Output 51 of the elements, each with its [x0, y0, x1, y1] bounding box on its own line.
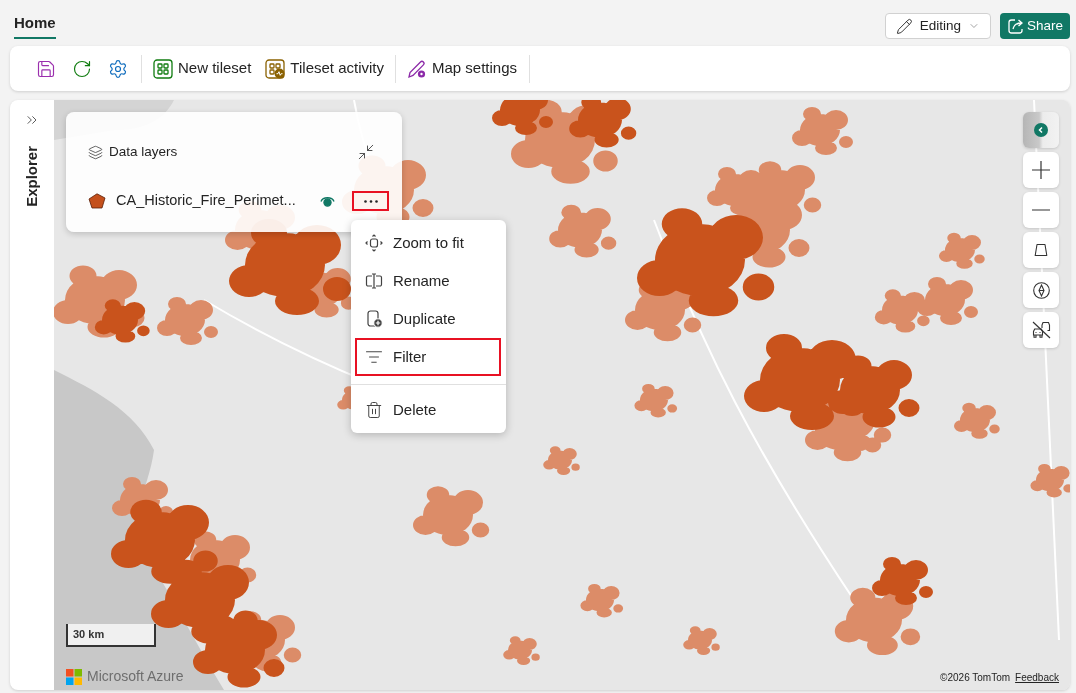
menu-item[interactable]: Zoom to fit — [355, 224, 501, 262]
minus-icon — [1032, 209, 1050, 211]
more-icon — [363, 199, 378, 203]
plus-icon — [1032, 161, 1050, 179]
scale-bar: 30 km — [66, 624, 156, 647]
eye-icon — [319, 195, 335, 207]
trapezoid-icon — [1034, 243, 1048, 257]
share-button[interactable]: Share — [999, 13, 1070, 39]
filter-icon — [365, 348, 383, 366]
logo-text: Microsoft Azure — [87, 667, 184, 686]
collapse-icon — [357, 143, 375, 161]
editing-dropdown[interactable]: Editing — [884, 13, 991, 39]
explorer-label[interactable]: Explorer — [20, 146, 44, 207]
compass-icon — [1032, 281, 1050, 299]
zoom-fit-icon — [365, 234, 383, 252]
menu-item[interactable]: Duplicate — [355, 300, 501, 338]
layers-icon — [88, 144, 103, 160]
menu-item[interactable]: Rename — [355, 262, 501, 300]
toolbar-button[interactable]: Tileset activity — [259, 52, 390, 85]
tab[interactable]: Home — [14, 12, 56, 39]
windows-logo-icon — [66, 668, 82, 685]
toolbar-button[interactable]: New tileset — [147, 52, 258, 85]
chevron-left-icon — [1034, 123, 1048, 137]
menu-item[interactable]: Filter — [355, 338, 501, 376]
map-style-button[interactable] — [1023, 112, 1059, 148]
rename-icon — [365, 272, 383, 290]
layer-name[interactable]: CA_Historic_Fire_Perimet... — [116, 190, 311, 212]
more-button[interactable] — [352, 191, 389, 211]
save-icon — [36, 58, 56, 79]
pencil-gear-icon — [407, 58, 427, 79]
share-icon — [1006, 17, 1025, 35]
feedback-link[interactable]: Feedback — [1015, 670, 1059, 685]
duplicate-icon — [365, 310, 383, 328]
panel-title: Data layers — [109, 142, 178, 161]
grid-icon — [153, 58, 173, 79]
menu-item[interactable]: Delete — [355, 391, 501, 429]
editing-label: Editing — [919, 16, 962, 35]
pencil-icon — [895, 17, 913, 35]
toolbar-button[interactable]: Map settings — [401, 52, 524, 85]
refresh-icon — [72, 58, 92, 79]
grid-activity-icon — [265, 58, 286, 79]
compass-button[interactable] — [1023, 272, 1059, 308]
settings-icon — [108, 58, 128, 79]
trash-icon — [365, 401, 383, 419]
car-slash-icon — [1031, 321, 1051, 339]
collapse-button[interactable] — [356, 142, 376, 162]
share-label: Share — [1026, 16, 1063, 35]
attribution-text: ©2026 TomTom — [940, 671, 1011, 685]
tilt-button[interactable] — [1023, 232, 1059, 268]
zoom-in-button[interactable] — [1023, 152, 1059, 188]
traffic-button[interactable] — [1023, 312, 1059, 348]
